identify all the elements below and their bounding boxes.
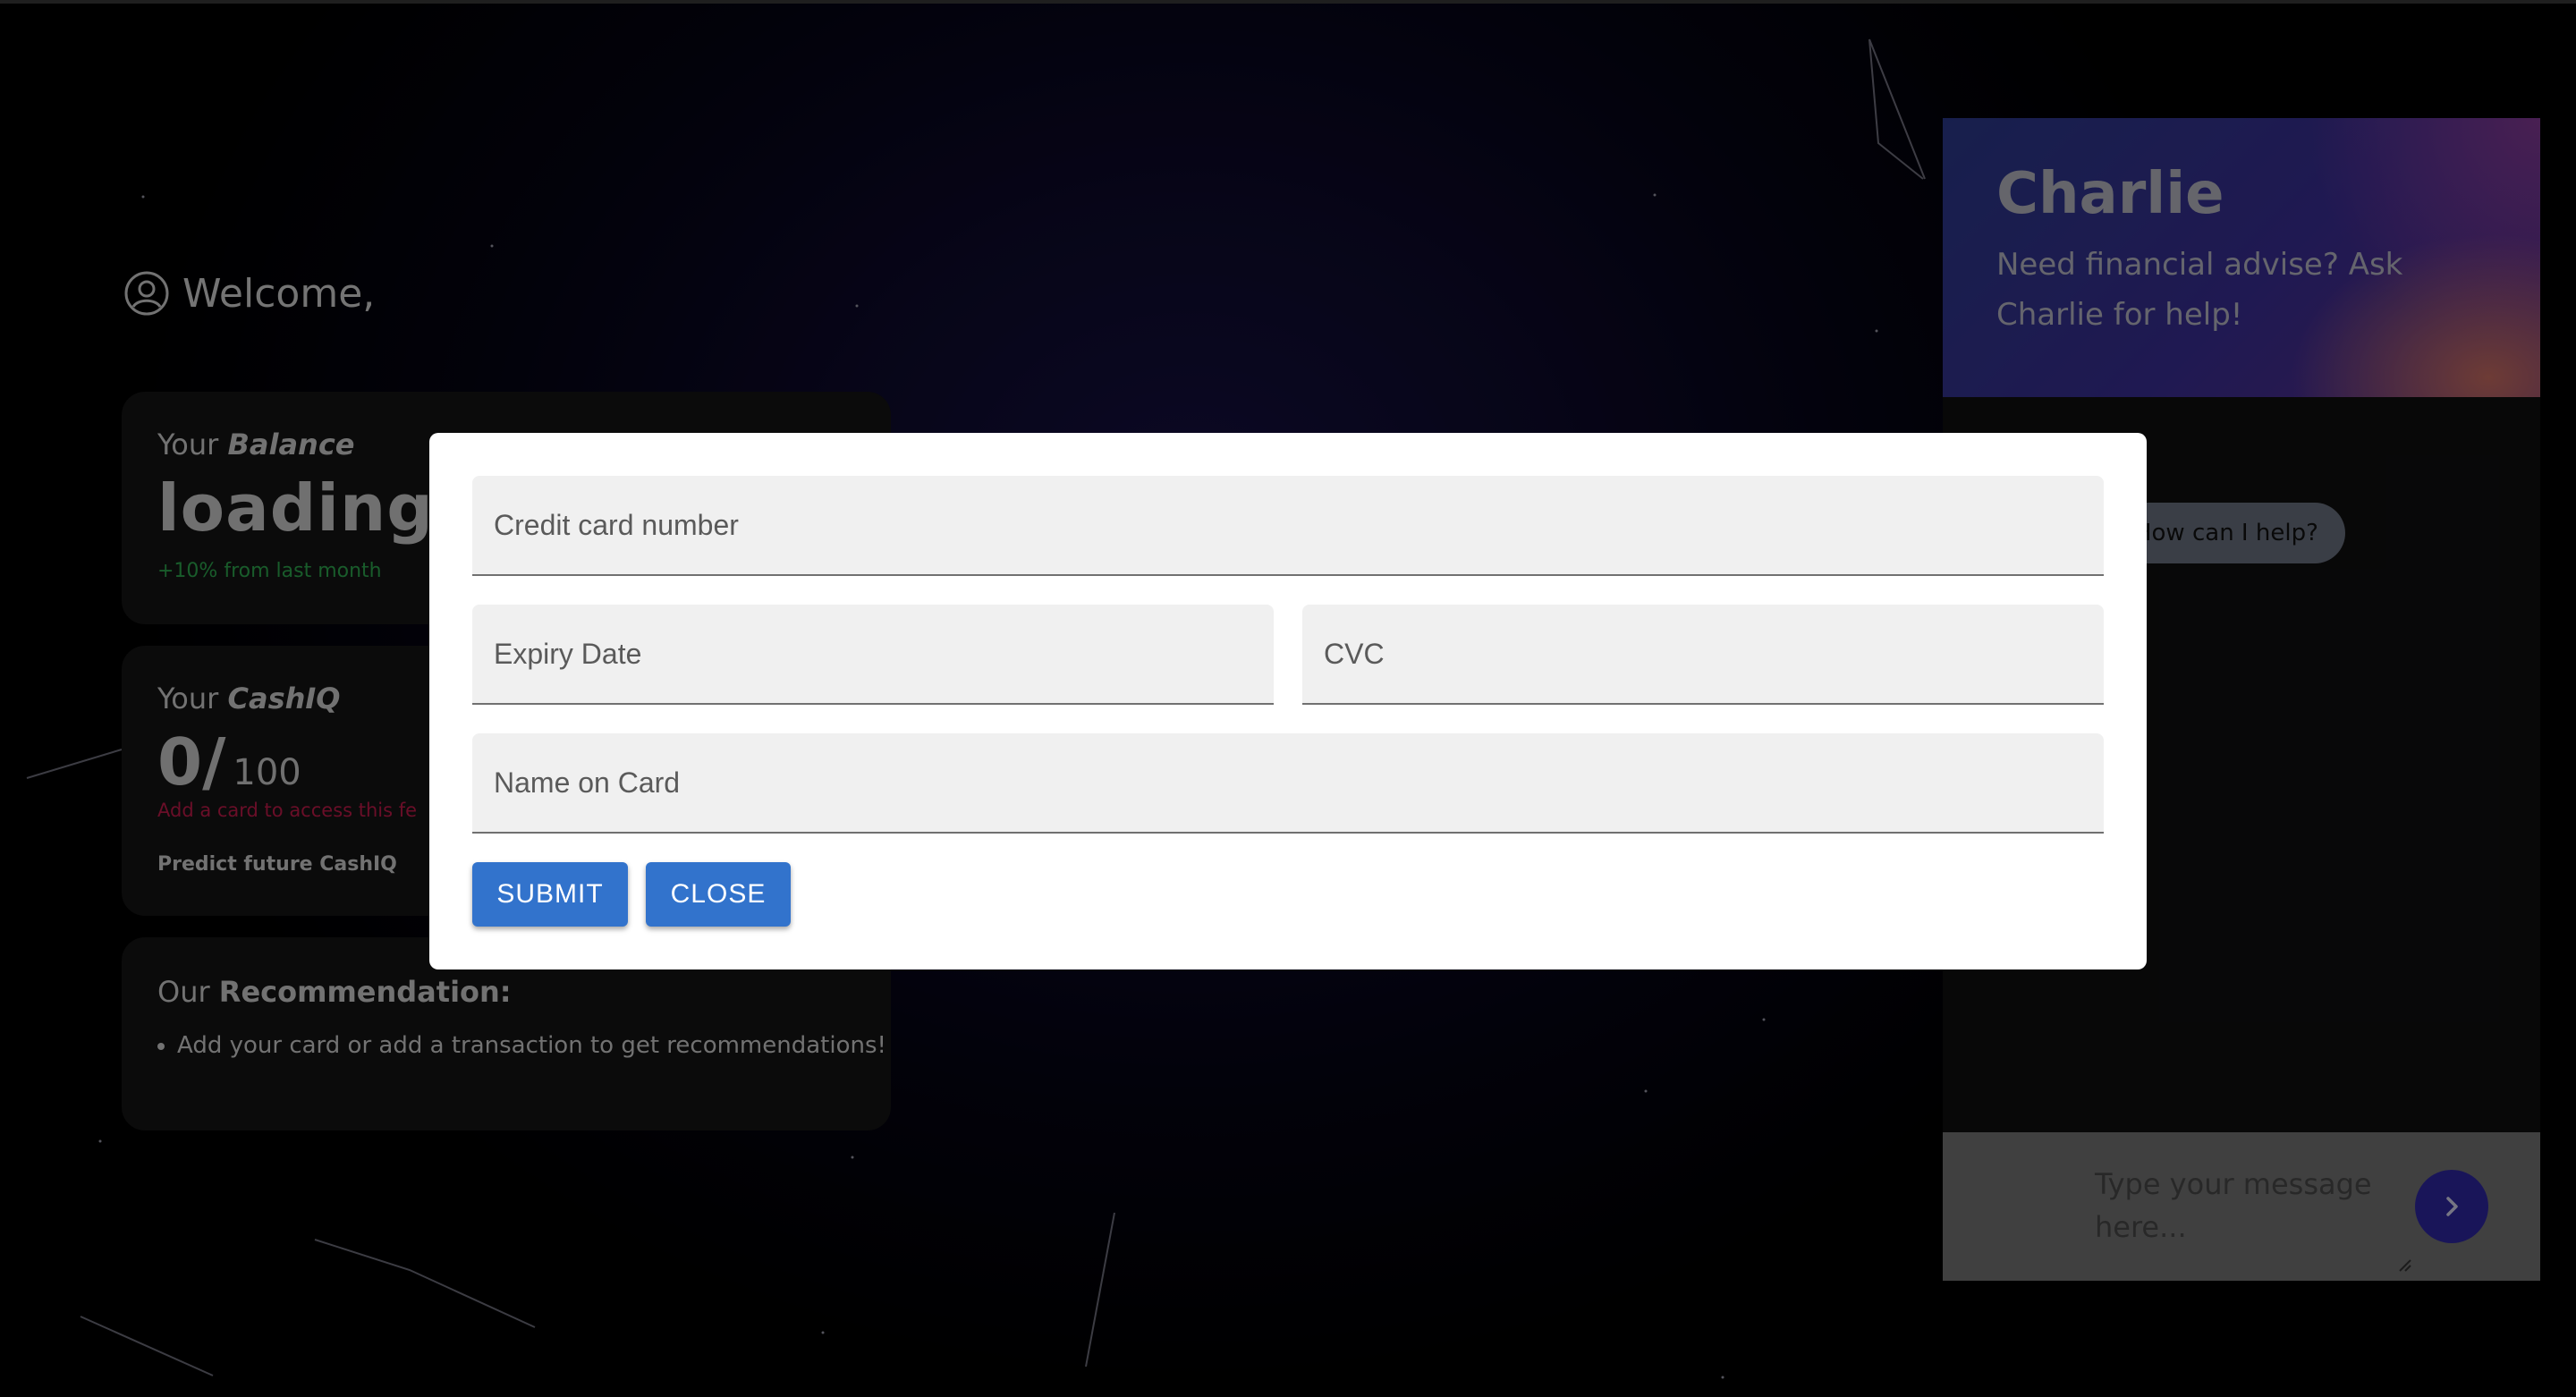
expiry-date-input[interactable] [472, 605, 1274, 703]
expiry-date-field[interactable] [472, 605, 1274, 705]
card-number-input[interactable] [472, 476, 2104, 574]
close-button[interactable]: CLOSE [646, 862, 791, 927]
add-card-dialog: SUBMIT CLOSE [429, 433, 2147, 969]
submit-button[interactable]: SUBMIT [472, 862, 628, 927]
cvc-field[interactable] [1302, 605, 2104, 705]
name-on-card-field[interactable] [472, 733, 2104, 834]
card-number-field[interactable] [472, 476, 2104, 576]
cvc-input[interactable] [1302, 605, 2104, 703]
name-on-card-input[interactable] [472, 733, 2104, 832]
